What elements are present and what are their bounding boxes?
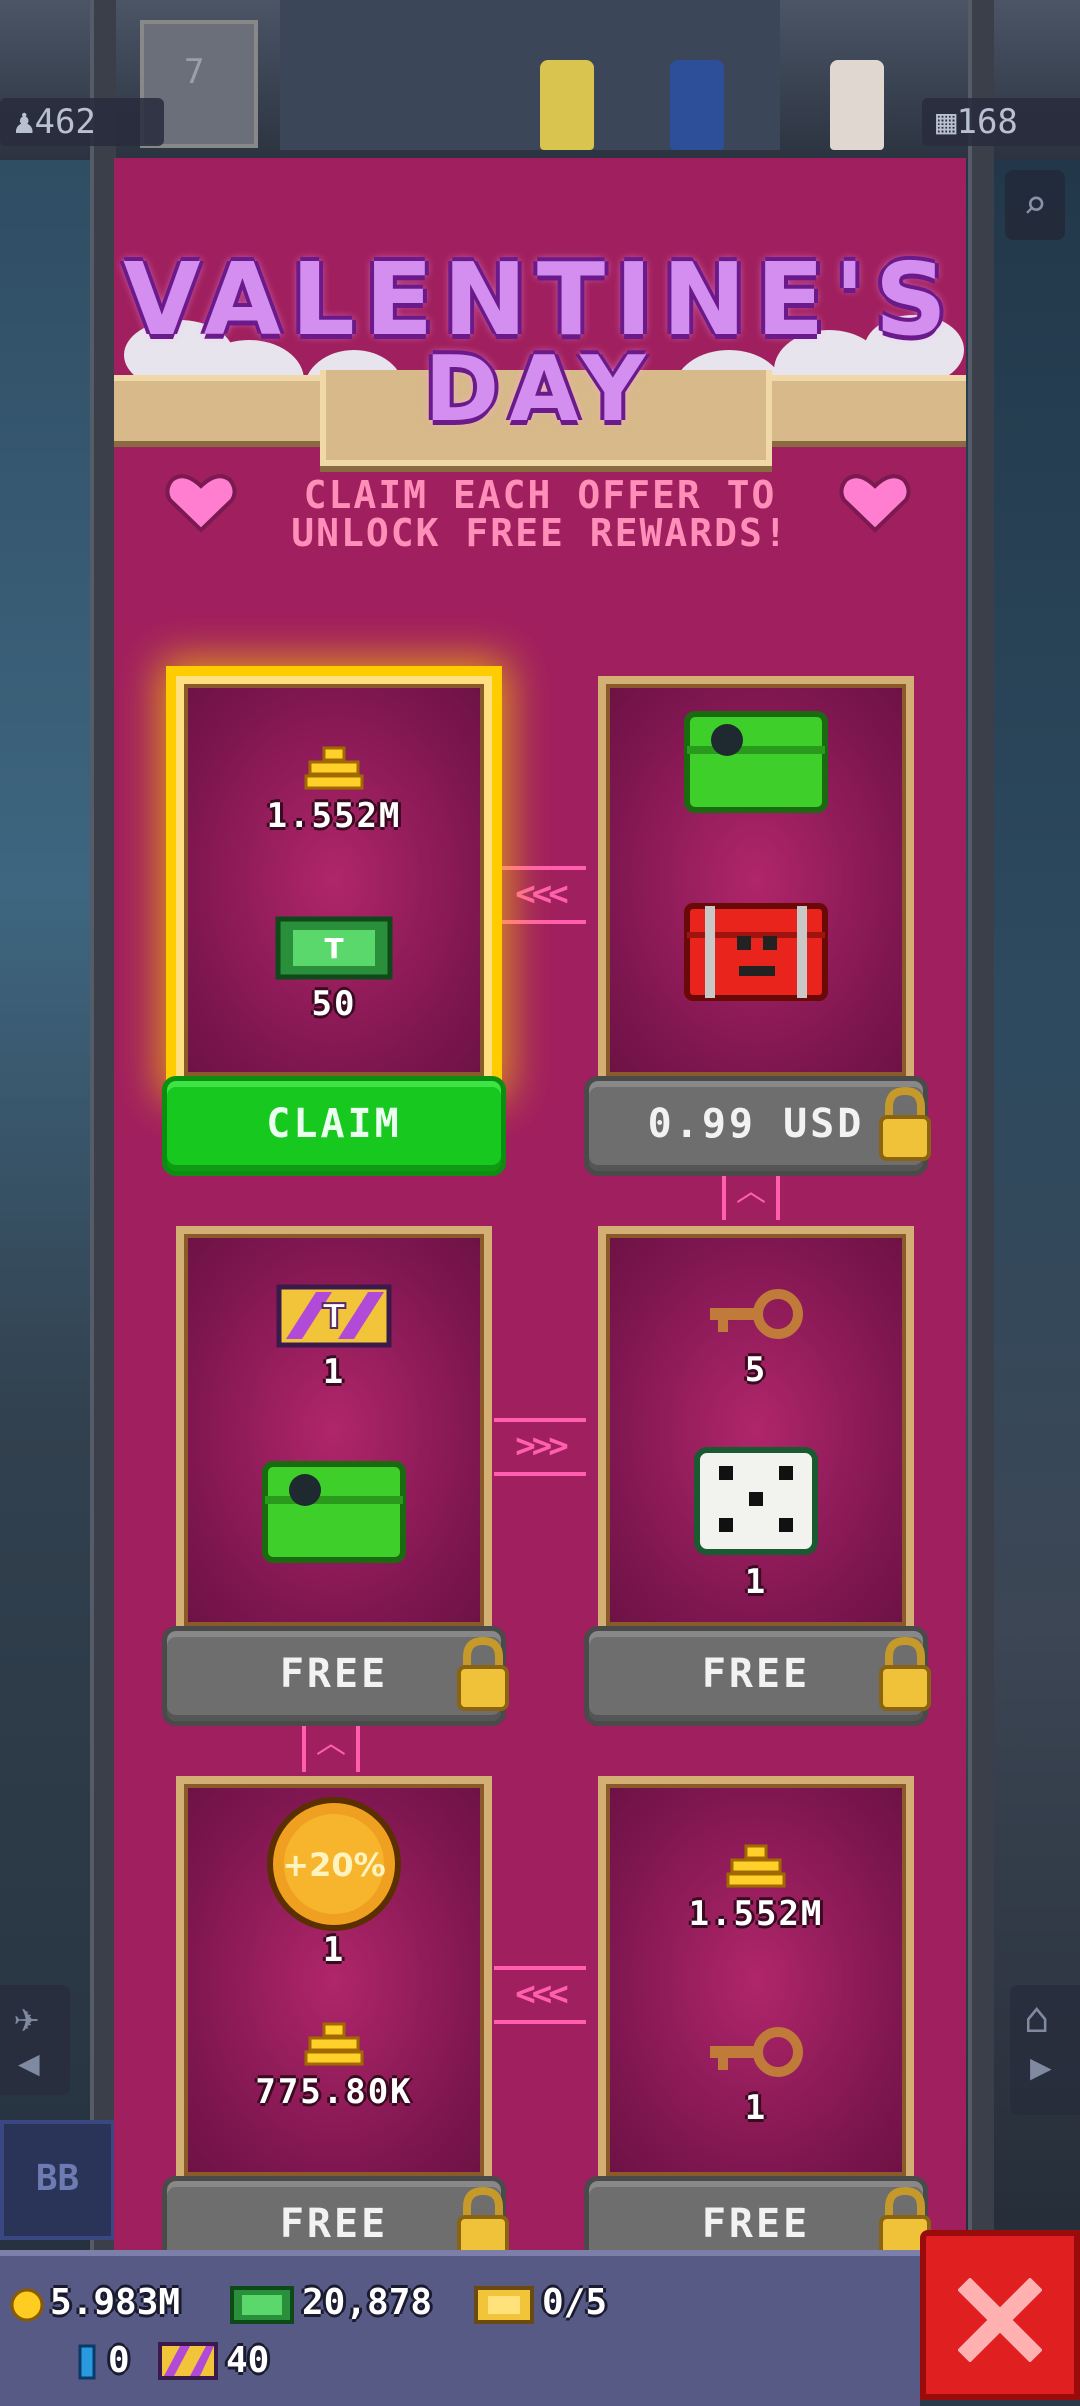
building-icon: ▦ <box>936 102 957 142</box>
vip-ticket-icon <box>474 2286 534 2324</box>
event-subtitle-line2: UNLOCK FREE REWARDS! <box>291 511 789 555</box>
vip-ticket-count: 0/5 <box>542 2282 608 2323</box>
red-chest-icon <box>684 903 828 1001</box>
reward-quantity: 1 <box>322 1352 346 1392</box>
golden-ticket-icon: T <box>276 1284 392 1348</box>
person-icon: ♟ <box>14 102 35 142</box>
reward-golden-ticket: T 1 <box>184 1284 484 1392</box>
reward-green-chest <box>184 1456 484 1570</box>
floor-counter[interactable]: ▦168 <box>922 98 1080 146</box>
reward-boost-coin: +20% 1 <box>184 1794 484 1970</box>
coins-icon <box>304 2022 364 2066</box>
reward-quantity: 5 <box>744 1350 768 1390</box>
lock-icon <box>879 1636 931 1711</box>
button-label: FREE <box>701 2201 811 2247</box>
reward-quantity: 50 <box>311 984 357 1024</box>
reward-bux: T 50 <box>184 916 484 1024</box>
search-icon: ⌕ <box>1022 182 1048 228</box>
blue-item-count: 0 <box>108 2340 130 2381</box>
svg-text:T: T <box>324 932 343 965</box>
bux-icon <box>230 2286 294 2324</box>
lock-icon <box>879 1086 931 1161</box>
offer-card-2[interactable] <box>598 676 914 1084</box>
button-label: FREE <box>279 2201 389 2247</box>
search-button[interactable]: ⌕ <box>1005 170 1065 240</box>
blue-item-icon <box>78 2344 96 2380</box>
reward-quantity: 775.80K <box>255 2072 413 2112</box>
reward-quantity: 1.552M <box>688 1894 824 1934</box>
button-label: FREE <box>701 1651 811 1697</box>
reward-coins: 1.552M <box>606 1844 906 1934</box>
offer-card-6[interactable]: 1.552M 1 <box>598 1776 914 2184</box>
close-button[interactable] <box>920 2230 1080 2400</box>
reward-key: 5 <box>606 1286 906 1390</box>
event-subtitle: CLAIM EACH OFFER TO UNLOCK FREE REWARDS! <box>114 476 966 552</box>
golden-ticket-count: 40 <box>226 2340 270 2381</box>
elevator-up-button[interactable]: ✈ ◀ <box>0 1985 70 2095</box>
reward-red-chest <box>606 896 906 1010</box>
chain-connector: ︿ <box>722 1170 780 1220</box>
plane-icon: ✈ <box>14 1993 40 2042</box>
home-button[interactable]: ⌂ ▶ <box>1010 1985 1080 2115</box>
population-counter[interactable]: ♟462 <box>0 98 164 146</box>
free-offer-button[interactable]: FREE <box>162 1626 509 1726</box>
resident-avatar[interactable] <box>670 60 724 150</box>
lock-icon <box>457 1636 509 1711</box>
chevron-right-icon: ▶ <box>1030 2047 1052 2088</box>
chevron-left-icon: ◀ <box>18 2043 40 2084</box>
bux-balance: 20,878 <box>302 2282 433 2323</box>
offer-card-4[interactable]: 5 1 <box>598 1226 914 1634</box>
offer-card-1[interactable]: 1.552M T 50 <box>176 676 492 1084</box>
price-label: 0.99 USD <box>647 1101 865 1147</box>
resident-avatar[interactable] <box>540 60 594 150</box>
elevator-floor-number: 7 <box>184 52 205 92</box>
bitbook-button[interactable]: BB <box>0 2120 115 2240</box>
chain-connector: <<< <box>494 866 586 924</box>
coins-icon <box>726 1844 786 1888</box>
reward-quantity: 1 <box>322 1930 346 1970</box>
chain-connector: <<< <box>494 1966 586 2024</box>
coins-icon <box>304 746 364 790</box>
coin-icon <box>10 2288 44 2322</box>
close-icon <box>958 2278 1042 2362</box>
reward-quantity: 1 <box>744 1562 768 1602</box>
dice-icon <box>694 1447 818 1555</box>
claim-button[interactable]: CLAIM <box>162 1076 506 1176</box>
reward-quantity: 1 <box>744 2088 768 2128</box>
key-icon <box>710 1289 803 1339</box>
golden-ticket-icon <box>158 2342 218 2380</box>
key-icon <box>710 2027 803 2077</box>
home-icon: ⌂ <box>1024 1993 1050 2042</box>
reward-dice: 1 <box>606 1444 906 1602</box>
building-pillar <box>90 0 116 2250</box>
green-chest-icon <box>262 1461 406 1563</box>
resources-bar: 5.983M 20,878 0/5 0 40 <box>0 2250 920 2406</box>
floor-count-value: 168 <box>956 102 1018 142</box>
reward-coins: 775.80K <box>184 2022 484 2112</box>
event-title-line2: DAY <box>424 337 656 442</box>
population-value: 462 <box>34 102 96 142</box>
green-chest-icon <box>684 711 828 813</box>
reward-key: 1 <box>606 2024 906 2128</box>
boost-percentage: +20% <box>282 1846 385 1884</box>
boost-coin-icon: +20% <box>267 1797 401 1931</box>
button-label: FREE <box>279 1651 389 1697</box>
purchase-button[interactable]: 0.99 USD <box>584 1076 931 1176</box>
svg-text:T: T <box>322 1297 346 1337</box>
event-subtitle-line1: CLAIM EACH OFFER TO <box>303 473 777 517</box>
reward-coins: 1.552M <box>184 746 484 836</box>
free-offer-button[interactable]: FREE <box>584 1626 931 1726</box>
bux-icon: T <box>275 916 393 980</box>
resident-avatar[interactable] <box>830 60 884 150</box>
reward-green-chest <box>606 706 906 820</box>
offer-card-3[interactable]: T 1 <box>176 1226 492 1634</box>
reward-quantity: 1.552M <box>266 796 402 836</box>
offer-card-5[interactable]: +20% 1 775.80K <box>176 1776 492 2184</box>
chain-connector: >>> <box>494 1418 586 1476</box>
coins-balance: 5.983M <box>50 2282 181 2323</box>
building-pillar <box>968 0 994 2250</box>
chain-connector: ︿ <box>302 1722 360 1772</box>
